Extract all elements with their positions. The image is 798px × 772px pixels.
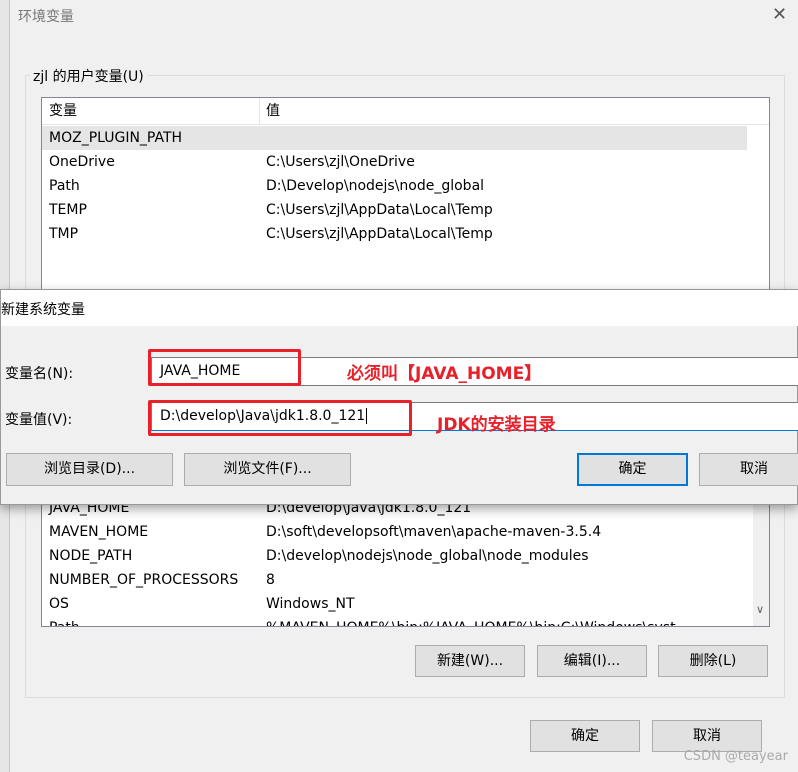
window-title: 环境变量 <box>18 9 74 25</box>
annotation-name-note: 必须叫【JAVA_HOME】 <box>347 364 542 384</box>
table-row[interactable]: Path D:\Develop\nodejs\node_global <box>42 174 747 198</box>
annotation-box-name <box>148 349 301 386</box>
table-row[interactable]: NUMBER_OF_PROCESSORS 8 <box>42 568 747 592</box>
column-header-value[interactable]: 值 <box>266 98 280 124</box>
browse-directory-button[interactable]: 浏览目录(D)... <box>6 453 173 486</box>
dialog-titlebar <box>1 290 798 326</box>
browse-file-button[interactable]: 浏览文件(F)... <box>184 453 351 486</box>
dialog-title: 新建系统变量 <box>1 302 85 318</box>
delete-variable-button[interactable]: 删除(L) <box>658 645 768 677</box>
table-row[interactable]: NODE_PATH D:\develop\nodejs\node_global\n… <box>42 544 747 568</box>
list-header: 变量 值 <box>42 98 769 125</box>
annotation-box-value <box>148 400 412 436</box>
column-header-variable[interactable]: 变量 <box>49 98 77 124</box>
table-row[interactable]: OneDrive C:\Users\zjl\OneDrive <box>42 150 747 174</box>
user-vars-list[interactable]: 变量 值 MOZ_PLUGIN_PATH OneDrive C:\Users\zj… <box>41 97 770 297</box>
table-row[interactable]: TMP C:\Users\zjl\AppData\Local\Temp <box>42 222 747 246</box>
close-icon[interactable]: ✕ <box>772 4 787 25</box>
scrollbar[interactable]: ∨ <box>753 491 769 626</box>
table-row[interactable]: Path%MAVEN_HOME%\bin;%JAVA_HOME%\bin;C:\… <box>42 616 747 626</box>
dialog-ok-button[interactable]: 确定 <box>577 453 688 486</box>
annotation-value-note: JDK的安装目录 <box>437 415 556 435</box>
edit-variable-button[interactable]: 编辑(I)... <box>537 645 647 677</box>
new-variable-button[interactable]: 新建(W)... <box>415 645 525 677</box>
watermark: CSDN @teayear <box>683 749 788 764</box>
dialog-cancel-button[interactable]: 取消 <box>699 453 798 486</box>
cancel-button[interactable]: 取消 <box>652 720 762 752</box>
variable-name-label: 变量名(N): <box>5 366 74 382</box>
table-row[interactable]: MAVEN_HOME D:\soft\developsoft\maven\apac… <box>42 520 747 544</box>
table-row[interactable]: MOZ_PLUGIN_PATH <box>42 126 747 150</box>
ok-button[interactable]: 确定 <box>530 720 640 752</box>
chevron-down-icon[interactable]: ∨ <box>756 603 764 616</box>
system-vars-list[interactable]: JAVA_HOME D:\develop\Java\jdk1.8.0_121 MA… <box>41 490 770 627</box>
new-system-variable-dialog: 新建系统变量 变量名(N): JAVA_HOME 变量值(V): D:\deve… <box>0 289 798 505</box>
table-row[interactable]: OS Windows_NT <box>42 592 747 616</box>
variable-value-label: 变量值(V): <box>5 412 73 428</box>
user-vars-label: zjl 的用户变量(U) <box>30 66 147 86</box>
table-row[interactable]: TEMP C:\Users\zjl\AppData\Local\Temp <box>42 198 747 222</box>
